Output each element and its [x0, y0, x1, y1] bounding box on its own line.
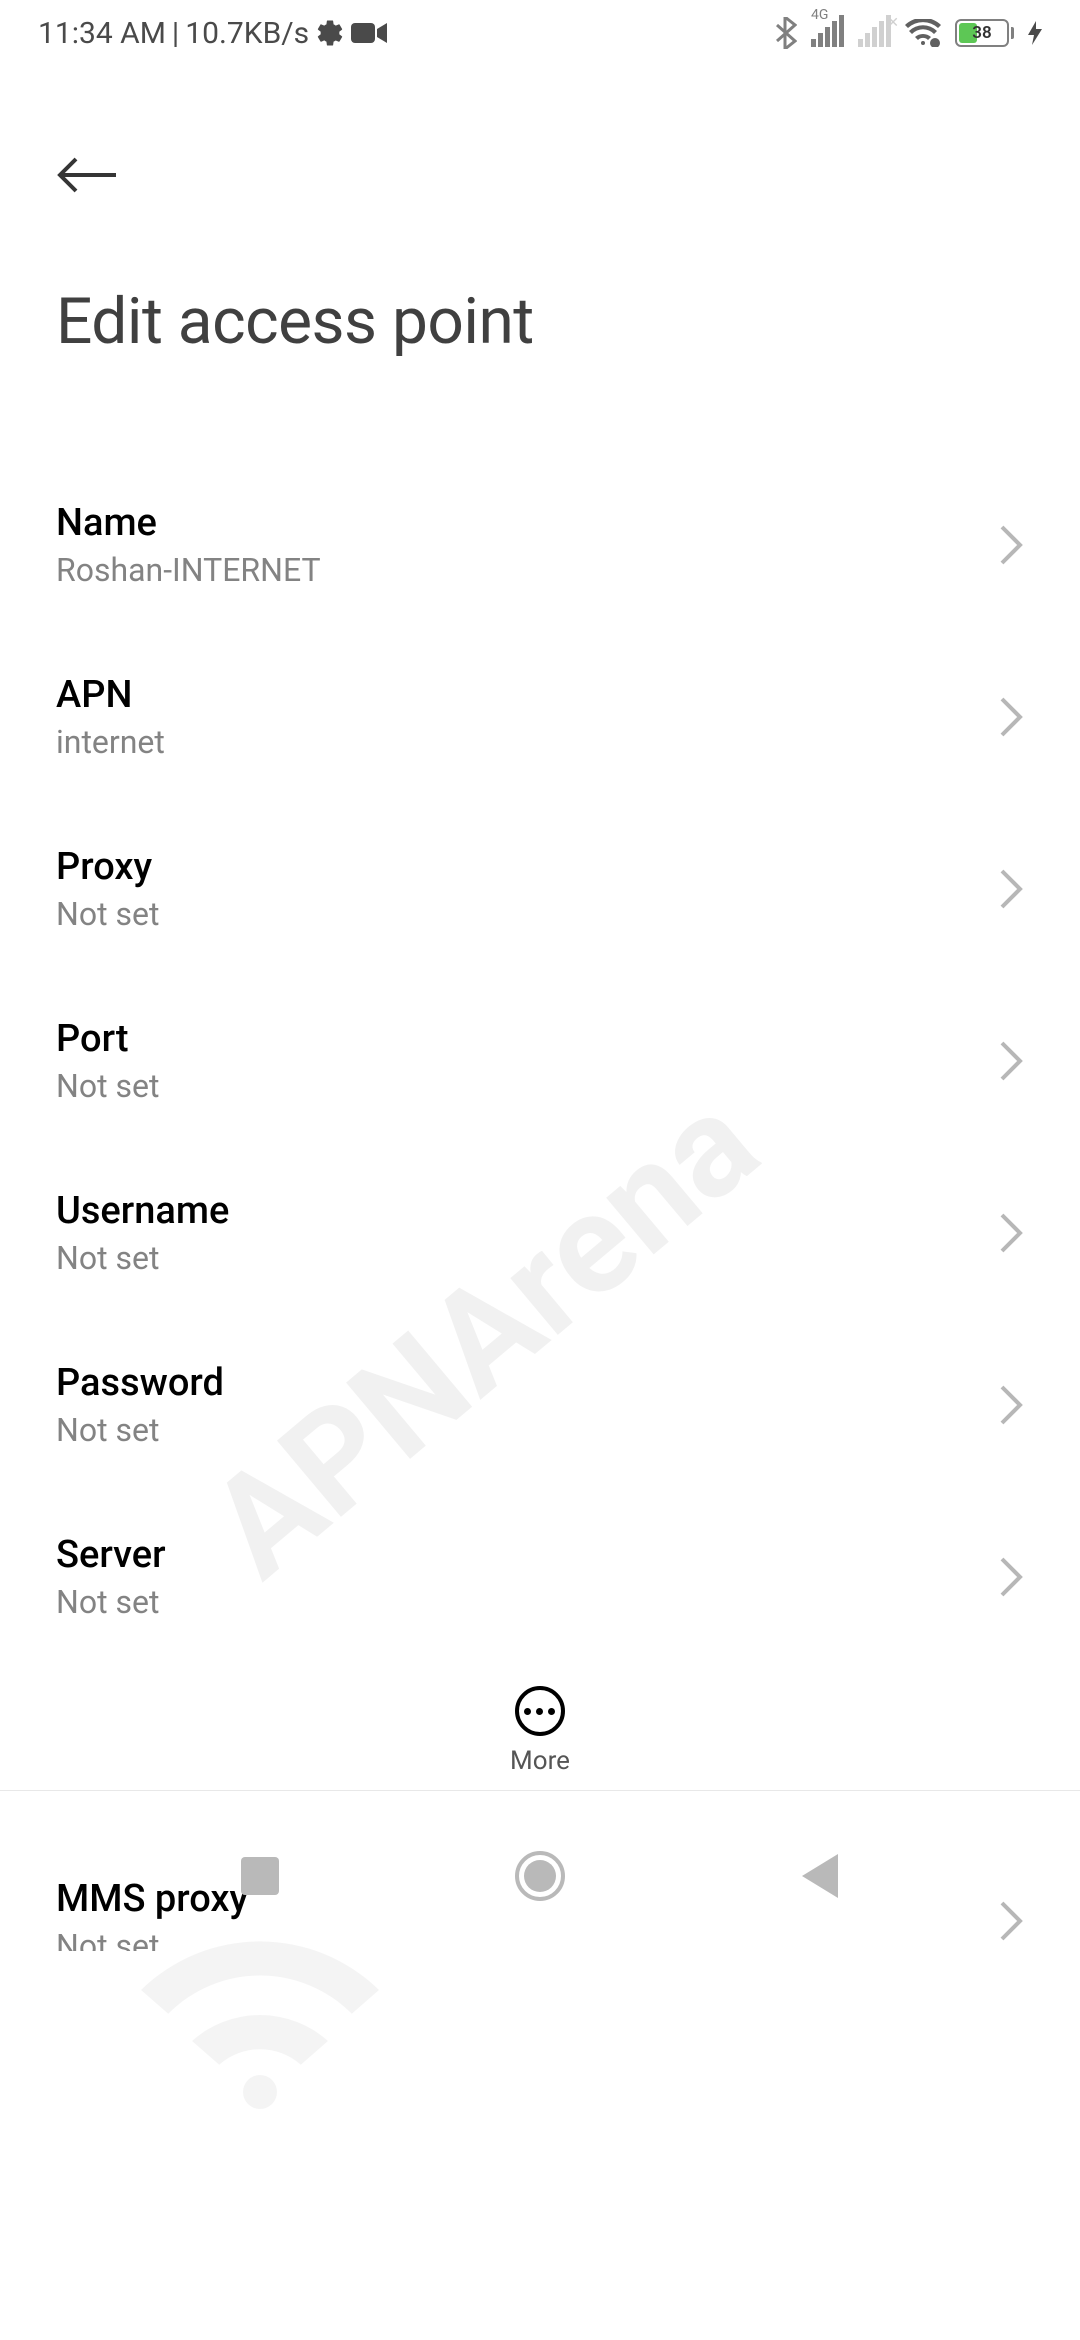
setting-content: Name Roshan-INTERNET — [56, 501, 321, 589]
setting-content: Username Not set — [56, 1189, 229, 1277]
back-arrow-icon — [56, 155, 118, 195]
setting-label: Port — [56, 1017, 159, 1061]
nav-bar — [0, 1801, 1080, 1951]
setting-value: Not set — [56, 1583, 166, 1621]
more-label: More — [510, 1746, 570, 1776]
setting-item-port[interactable]: Port Not set — [56, 975, 1024, 1147]
chevron-right-icon — [998, 695, 1024, 739]
status-left: 11:34 AM | 10.7KB/s — [38, 16, 387, 51]
back-button[interactable] — [56, 140, 126, 210]
nav-back-button[interactable] — [790, 1846, 850, 1906]
setting-content: Server Not set — [56, 1533, 166, 1621]
setting-label: Username — [56, 1189, 229, 1233]
status-bar: 11:34 AM | 10.7KB/s 4G — [0, 0, 1080, 60]
setting-content: Password Not set — [56, 1361, 224, 1449]
signal-sim2: ✕ — [858, 19, 891, 47]
setting-label: Password — [56, 1361, 224, 1405]
setting-label: APN — [56, 673, 165, 717]
setting-content: Proxy Not set — [56, 845, 159, 933]
header: Edit access point — [0, 60, 1080, 359]
setting-label: Server — [56, 1533, 166, 1577]
back-triangle-icon — [802, 1854, 838, 1898]
gear-icon — [315, 18, 345, 48]
chevron-right-icon — [998, 1211, 1024, 1255]
chevron-right-icon — [998, 1039, 1024, 1083]
home-icon — [515, 1851, 565, 1901]
setting-content: Port Not set — [56, 1017, 159, 1105]
setting-item-proxy[interactable]: Proxy Not set — [56, 803, 1024, 975]
setting-value: Not set — [56, 1411, 224, 1449]
setting-label: Proxy — [56, 845, 159, 889]
setting-item-username[interactable]: Username Not set — [56, 1147, 1024, 1319]
network-badge: 4G — [811, 7, 828, 23]
setting-item-name[interactable]: Name Roshan-INTERNET — [56, 459, 1024, 631]
wifi-icon — [905, 19, 941, 47]
battery-indicator: 38 — [955, 19, 1014, 47]
chevron-right-icon — [998, 523, 1024, 567]
nav-home-button[interactable] — [510, 1846, 570, 1906]
setting-content: APN internet — [56, 673, 165, 761]
status-right: 4G ✕ 38 — [773, 17, 1042, 49]
setting-value: Roshan-INTERNET — [56, 551, 321, 589]
nav-recent-button[interactable] — [230, 1846, 290, 1906]
bolt-icon — [1028, 21, 1042, 45]
status-separator: | — [172, 16, 179, 51]
page-title: Edit access point — [56, 284, 1024, 359]
setting-value: internet — [56, 723, 165, 761]
video-icon — [351, 21, 387, 45]
bluetooth-icon — [773, 17, 797, 49]
signal-sim1: 4G — [811, 19, 844, 47]
setting-value: Not set — [56, 895, 159, 933]
chevron-right-icon — [998, 867, 1024, 911]
setting-value: Not set — [56, 1067, 159, 1105]
status-data-rate: 10.7KB/s — [185, 16, 309, 51]
setting-value: Not set — [56, 1239, 229, 1277]
recent-icon — [241, 1857, 279, 1895]
setting-item-apn[interactable]: APN internet — [56, 631, 1024, 803]
setting-item-password[interactable]: Password Not set — [56, 1319, 1024, 1491]
bottom-toolbar: More — [0, 1672, 1080, 1791]
status-time: 11:34 AM — [38, 16, 166, 51]
setting-label: Name — [56, 501, 321, 545]
setting-item-server[interactable]: Server Not set — [56, 1491, 1024, 1663]
chevron-right-icon — [998, 1555, 1024, 1599]
more-icon — [515, 1686, 565, 1736]
chevron-right-icon — [998, 1383, 1024, 1427]
more-button[interactable]: More — [510, 1686, 570, 1776]
